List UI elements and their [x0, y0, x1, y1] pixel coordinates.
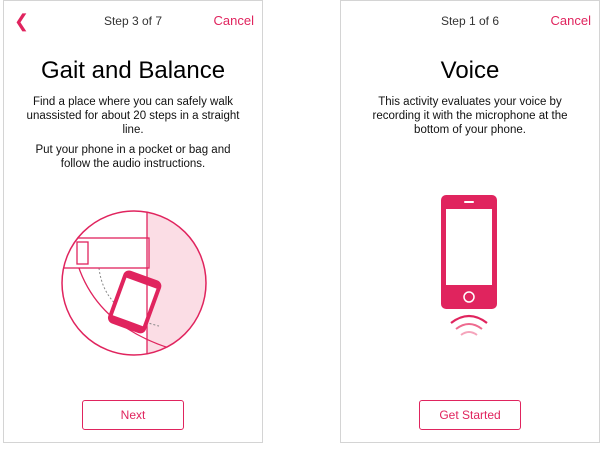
- instruction-text-secondary: Put your phone in a pocket or bag and fo…: [35, 144, 231, 170]
- navigation-bar: ❮ Step 3 of 7 Cancel: [4, 1, 262, 41]
- gait-pocket-phone-illustration-icon: [61, 210, 207, 356]
- instruction-text: Find a place where you can safely walk u…: [26, 96, 240, 136]
- phone-microphone-illustration-icon: [441, 195, 497, 336]
- gait-balance-screen: ❮ Step 3 of 7 Cancel Gait and Balance Fi…: [3, 0, 263, 443]
- cancel-button[interactable]: Cancel: [214, 13, 254, 28]
- page-title: Voice: [440, 57, 500, 84]
- next-button[interactable]: Next: [82, 400, 184, 430]
- get-started-button[interactable]: Get Started: [419, 400, 521, 430]
- cancel-button[interactable]: Cancel: [551, 13, 591, 28]
- navigation-bar: Step 1 of 6 Cancel: [341, 1, 599, 41]
- instruction-text: This activity evaluates your voice by re…: [372, 96, 568, 136]
- voice-screen: Step 1 of 6 Cancel Voice This activity e…: [340, 0, 600, 443]
- page-title: Gait and Balance: [40, 57, 226, 84]
